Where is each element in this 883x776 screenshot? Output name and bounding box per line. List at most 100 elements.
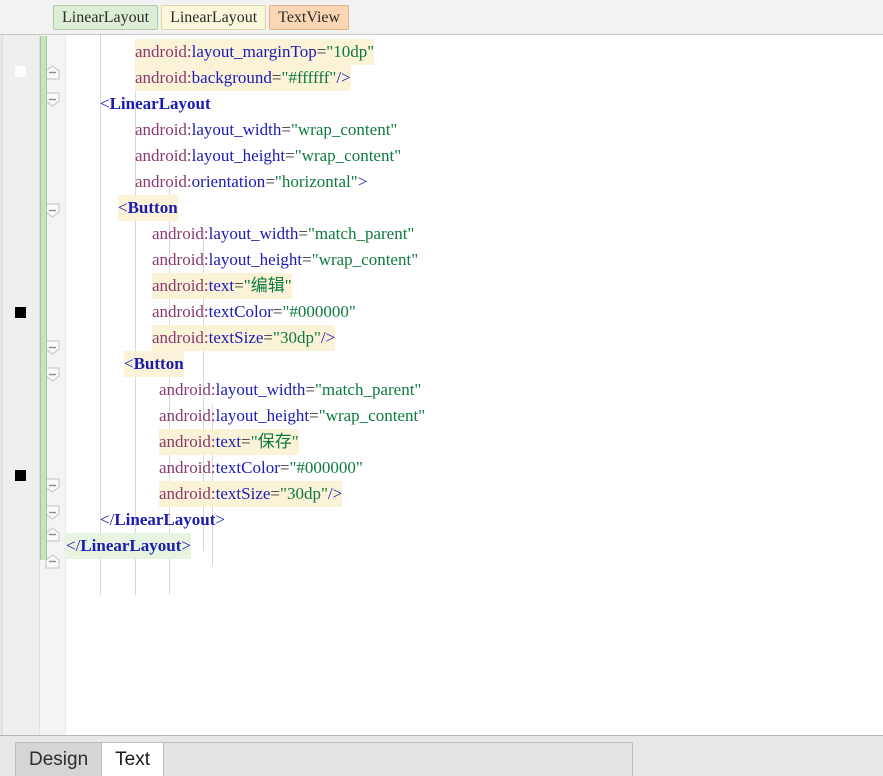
code-line: <Button [124,351,184,377]
code-token-name: layout_marginTop [191,42,317,61]
code-token-brk: </ [100,510,115,529]
code-token-name: layout_height [215,406,310,425]
code-token-ns: android: [152,224,209,243]
code-token-brk: < [100,94,110,113]
code-token-name: layout_width [208,224,299,243]
code-token-ns: android: [152,250,209,269]
code-token-val: "wrap_content" [318,406,426,425]
code-token-eq: = [265,172,275,191]
code-token-ns: android: [135,172,192,191]
code-token-brk: > [357,172,368,191]
code-token-val: "编辑" [243,276,292,295]
fold-region-end-icon[interactable] [45,527,60,542]
code-token-name: textColor [215,458,280,477]
code-token-val: "#000000" [289,458,363,477]
code-token-name: text [215,432,242,451]
code-token-tag: Button [133,354,184,373]
breadcrumb-item-linearlayout[interactable]: LinearLayout [161,4,267,30]
code-token-ns: android: [135,146,192,165]
code-token-val: "10dp" [326,42,375,61]
code-token-ns: android: [159,458,216,477]
tab-bar-filler [163,742,634,776]
code-token-tag: LinearLayout [109,94,211,113]
code-token-val: "保存" [250,432,299,451]
code-token-ns: android: [135,68,192,87]
fold-region-end-icon[interactable] [45,554,60,569]
fold-collapse-icon[interactable] [45,367,60,382]
fold-collapse-icon[interactable] [45,478,60,493]
code-token-brk: /> [320,328,336,347]
code-line: android:layout_marginTop="10dp" [135,39,375,65]
code-token-val: "match_parent" [314,380,422,399]
fold-collapse-icon[interactable] [45,340,60,355]
code-token-ns: android: [159,406,216,425]
code-token-brk: < [118,198,128,217]
code-line: android:layout_height="wrap_content" [135,143,401,169]
code-line: <Button [118,195,178,221]
code-token-val: "match_parent" [307,224,415,243]
gutter-left-edge [0,35,3,735]
code-text-area[interactable]: android:layout_marginTop="10dp" android:b… [66,35,883,735]
bottom-tab-list: Design Text [15,742,634,776]
code-line: </LinearLayout> [66,533,191,559]
breadcrumb-item-textview[interactable]: TextView [269,4,350,30]
code-token-eq: = [316,42,327,61]
code-line: android:layout_width="match_parent" [152,221,414,247]
bottom-tab-bar: Design Text [0,735,883,776]
code-line: </LinearLayout> [100,507,225,533]
code-token-tag: Button [127,198,178,217]
fold-collapse-icon[interactable] [45,505,60,520]
code-line: android:textColor="#000000" [152,299,356,325]
code-editor[interactable]: android:layout_marginTop="10dp" android:b… [0,35,883,735]
code-token-eq: = [281,120,291,139]
code-token-eq: = [234,276,244,295]
code-token-eq: = [271,68,282,87]
code-token-eq: = [263,328,274,347]
code-token-name: orientation [191,172,266,191]
code-token-eq: = [298,224,308,243]
gutter-bookmark-icon[interactable] [15,470,26,481]
code-token-name: layout_height [208,250,303,269]
code-token-brk: > [215,510,225,529]
code-line: android:text="保存" [159,429,299,455]
code-token-val: "wrap_content" [290,120,398,139]
code-line: android:textSize="30dp"/> [152,325,336,351]
fold-collapse-icon[interactable] [45,92,60,107]
code-token-ns: android: [159,484,216,503]
code-token-brk: /> [336,68,351,87]
tab-design[interactable]: Design [15,742,103,776]
code-token-name: background [191,68,272,87]
code-token-val: "30dp" [273,328,321,347]
gutter-marker-faint-icon[interactable] [15,66,26,77]
code-token-eq: = [270,484,281,503]
fold-collapse-icon[interactable] [45,203,60,218]
code-token-eq: = [241,432,251,451]
gutter-bookmark-icon[interactable] [15,307,26,318]
code-token-tag: LinearLayout [114,510,216,529]
xml-layout-editor-window: LinearLayout LinearLayout TextView android… [0,0,883,776]
breadcrumb-item-linearlayout[interactable]: LinearLayout [53,4,159,30]
code-token-eq: = [302,250,312,269]
code-token-name: layout_width [215,380,306,399]
code-line: android:layout_height="wrap_content" [152,247,418,273]
code-token-eq: = [309,406,319,425]
code-token-brk: > [181,536,191,555]
editor-gutter[interactable] [0,35,40,735]
code-token-val: "wrap_content" [311,250,419,269]
code-token-brk: < [124,354,134,373]
code-line: android:layout_height="wrap_content" [159,403,425,429]
code-token-val: "#000000" [282,302,356,321]
code-line: android:layout_width="wrap_content" [135,117,397,143]
code-line: android:background="#ffffff"/> [135,65,351,91]
vcs-changed-lines-marker[interactable] [40,36,47,560]
code-token-val: "wrap_content" [294,146,402,165]
code-token-eq: = [305,380,315,399]
code-token-ns: android: [159,380,216,399]
fold-region-end-icon[interactable] [45,65,60,80]
tab-text[interactable]: Text [101,742,165,776]
code-line: android:textColor="#000000" [159,455,363,481]
code-token-ns: android: [135,42,192,61]
code-token-val: "30dp" [280,484,328,503]
code-token-name: textSize [208,328,264,347]
code-token-name: textSize [215,484,271,503]
